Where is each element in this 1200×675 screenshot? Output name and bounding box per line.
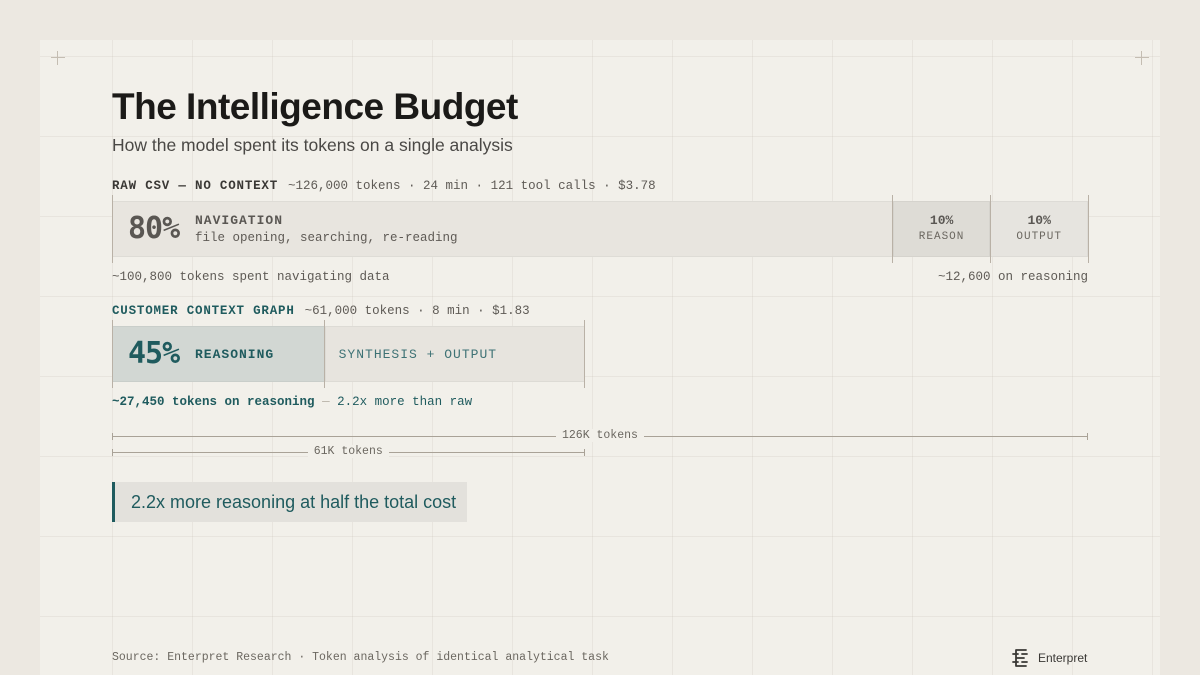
scale-label: 126K tokens — [556, 429, 644, 442]
enterpret-logo-icon — [1012, 649, 1028, 667]
ctx-synthesis-name: SYNTHESIS + OUTPUT — [338, 347, 498, 362]
raw-navigation-pct: 80% — [128, 211, 180, 246]
ctx-bar-tick — [111, 320, 113, 388]
raw-reason-name: REASON — [918, 231, 965, 243]
raw-output-segment — [990, 201, 1088, 257]
raw-navigation-name: NAVIGATION — [195, 213, 284, 228]
raw-bar-tick — [111, 195, 113, 263]
callout-text: 2.2x more reasoning at half the total co… — [131, 492, 457, 512]
page-title: The Intelligence Budget — [112, 86, 518, 127]
raw-output-name: OUTPUT — [1016, 231, 1062, 243]
raw-reason-pct: 10% — [929, 213, 954, 228]
ctx-row-header: CUSTOMER CONTEXT GRAPH ~61,000 tokens · 8… — [112, 304, 530, 318]
ctx-row-label: CUSTOMER CONTEXT GRAPH — [112, 304, 295, 318]
raw-bar-tick — [1087, 195, 1089, 263]
scale-label: 61K tokens — [307, 445, 389, 458]
raw-row-header: RAW CSV — NO CONTEXT ~126,000 tokens · 24… — [112, 179, 656, 193]
ctx-note-right: 2.2x more than raw — [337, 395, 473, 409]
ctx-bar-tick — [584, 320, 585, 388]
corner-crosshair-left — [51, 51, 65, 65]
ctx-note: ~27,450 tokens on reasoning — 2.2x more … — [112, 395, 472, 409]
callout-box: 2.2x more reasoning at half the total co… — [112, 482, 467, 522]
ctx-reasoning-pct: 45% — [128, 336, 180, 371]
ctx-note-left: ~27,450 tokens on reasoning — [112, 395, 315, 409]
raw-output-pct: 10% — [1027, 213, 1051, 228]
raw-navigation-desc: file opening, searching, re-reading — [195, 231, 458, 245]
raw-bar-tick — [989, 195, 991, 263]
ctx-row-stats: ~61,000 tokens · 8 min · $1.83 — [304, 304, 530, 318]
raw-reason-segment — [892, 201, 991, 257]
raw-row-label: RAW CSV — NO CONTEXT — [112, 179, 279, 193]
brand-name: Enterpret — [1038, 651, 1088, 665]
scale-cap — [1087, 433, 1088, 440]
raw-navigation-segment — [112, 201, 893, 257]
raw-bar-tick — [892, 195, 894, 263]
scale-cap — [112, 449, 113, 456]
raw-note-left: ~100,800 tokens spent navigating data — [112, 270, 390, 284]
ctx-bar-tick — [324, 320, 326, 388]
source-note: Source: Enterpret Research · Token analy… — [112, 651, 609, 664]
ctx-reasoning-name: REASONING — [195, 347, 275, 362]
scale-cap — [112, 433, 113, 440]
scale-cap — [583, 449, 585, 456]
raw-note-right: ~12,600 on reasoning — [937, 270, 1088, 284]
raw-row-stats: ~126,000 tokens · 24 min · 121 tool call… — [288, 179, 656, 193]
corner-crosshair-right — [1135, 51, 1149, 65]
page-subtitle: How the model spent its tokens on a sing… — [112, 135, 513, 155]
ctx-note-sep: — — [322, 395, 330, 409]
